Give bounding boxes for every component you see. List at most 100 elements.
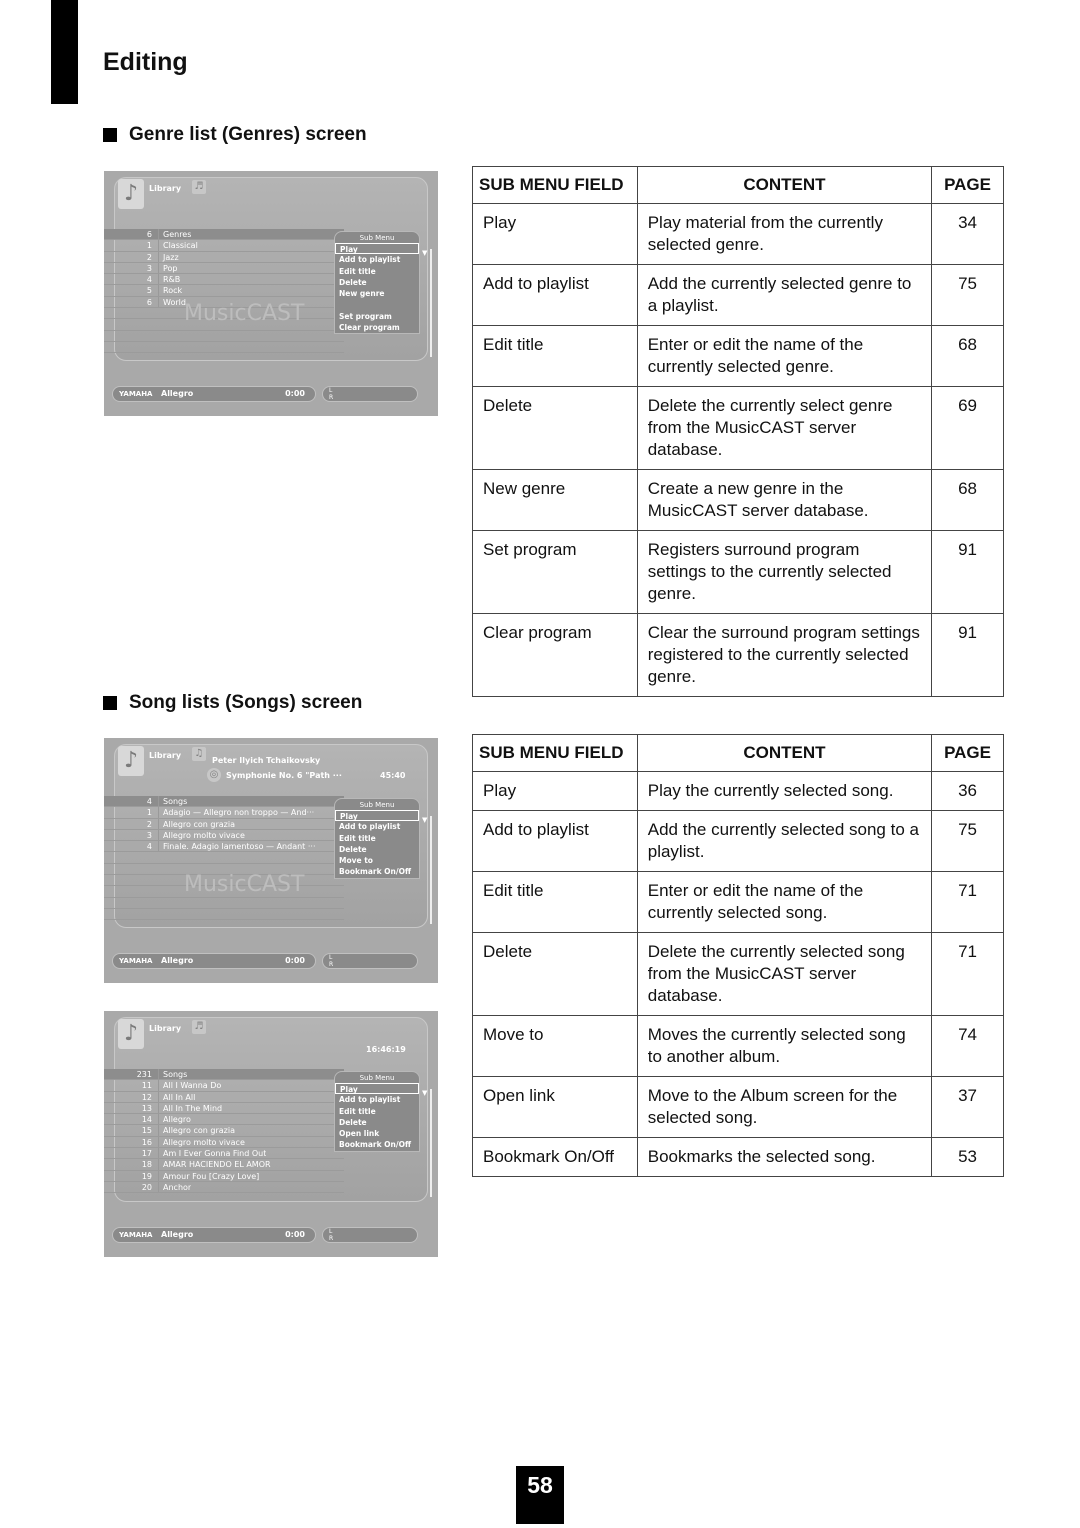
submenu-item[interactable]: Play: [335, 1083, 419, 1095]
list-item[interactable]: 19 Amour Fou [Crazy Love]: [104, 1170, 344, 1182]
scrollbar[interactable]: [430, 1089, 432, 1197]
submenu-panel: Sub Menu Play Add to playlist Edit title De…: [334, 798, 420, 879]
table-row: Add to playlist Add the currently selecte…: [472, 264, 1004, 326]
submenu-item[interactable]: Play: [335, 243, 419, 255]
submenu-title: Sub Menu: [359, 234, 395, 242]
item-number: 15: [104, 1125, 159, 1136]
submenu-item[interactable]: Edit title: [335, 1106, 419, 1117]
list-item[interactable]: 3 Pop: [104, 262, 344, 275]
scrollbar[interactable]: [430, 249, 432, 357]
cell-content: Clear the surround program settings regi…: [636, 613, 933, 697]
cell-content: Registers surround program settings to t…: [636, 530, 933, 614]
cell-content: Enter or edit the name of the currently …: [636, 325, 933, 387]
list-item[interactable]: 14 Allegro: [104, 1114, 344, 1126]
submenu-item[interactable]: New genre: [335, 288, 419, 299]
submenu-item[interactable]: Delete: [335, 1117, 419, 1128]
library-label: Library: [149, 184, 182, 193]
cell-page: 68: [931, 469, 1004, 531]
level-right-label: R: [329, 394, 334, 401]
item-number: 4: [104, 841, 159, 852]
list-item[interactable]: 2 Allegro con grazia: [104, 818, 344, 830]
library-label: Library: [149, 751, 182, 760]
item-number: 6: [104, 296, 159, 308]
cell-page: 71: [931, 932, 1004, 1016]
cell-field: Add to playlist: [472, 810, 638, 872]
submenu-item[interactable]: Open link: [335, 1128, 419, 1139]
cell-page: 69: [931, 386, 1004, 470]
item-name: Amour Fou [Crazy Love]: [163, 1171, 260, 1181]
cell-content: Enter or edit the name of the currently …: [636, 871, 933, 933]
table-row: Add to playlist Add the currently selecte…: [472, 810, 1004, 872]
submenu-item[interactable]: Edit title: [335, 833, 419, 844]
empty-row: [104, 342, 344, 354]
submenu-item[interactable]: Set program: [335, 311, 419, 322]
submenu-item[interactable]: Bookmark On/Off: [335, 866, 419, 877]
submenu-item[interactable]: Clear program: [335, 322, 419, 333]
table-row: Edit title Enter or edit the name of the …: [472, 871, 1004, 933]
item-name: All In The Mind: [163, 1103, 223, 1113]
submenu-item[interactable]: Add to playlist: [335, 254, 419, 265]
table-row: Move to Moves the currently selected song…: [472, 1015, 1004, 1077]
list-item[interactable]: 18 AMAR HACIENDO EL AMOR: [104, 1159, 344, 1171]
list-item[interactable]: 4 R&B: [104, 274, 344, 286]
submenu-item[interactable]: Bookmark On/Off: [335, 1139, 419, 1150]
item-number: 3: [104, 829, 159, 841]
list-item[interactable]: 5 Rock: [104, 285, 344, 297]
col-header-page: PAGE: [931, 166, 1004, 204]
cell-content: Add the currently selected genre to a pl…: [636, 264, 933, 326]
list-item[interactable]: 12 All In All: [104, 1091, 344, 1103]
empty-row: [104, 898, 344, 909]
submenu-panel: Sub Menu Play Add to playlist Edit title De…: [334, 231, 420, 335]
cell-field: Edit title: [472, 871, 638, 933]
scrollbar[interactable]: [430, 816, 432, 924]
item-number: 13: [104, 1102, 159, 1114]
list-item[interactable]: 13 All In The Mind: [104, 1102, 344, 1115]
submenu-item[interactable]: Move to: [335, 855, 419, 866]
list-label: Songs: [163, 797, 188, 806]
list-item[interactable]: 2 Jazz: [104, 251, 344, 263]
track-time: 0:00: [285, 956, 305, 965]
item-name: Adagio — Allegro non troppo — And···: [163, 808, 315, 818]
item-name: Anchor: [163, 1182, 192, 1192]
item-name: Pop: [163, 263, 178, 273]
scroll-down-arrow-icon[interactable]: ▼: [422, 249, 427, 257]
scroll-down-arrow-icon[interactable]: ▼: [422, 1089, 427, 1097]
submenu-item[interactable]: Play: [335, 810, 419, 822]
table-row: Bookmark On/Off Bookmarks the selected so…: [472, 1137, 1004, 1177]
item-number: 1: [104, 240, 159, 251]
list-item[interactable]: 1 Adagio — Allegro non troppo — And···: [104, 807, 344, 819]
list-item[interactable]: 11 All I Wanna Do: [104, 1080, 344, 1092]
chapter-tab-bar: [51, 0, 78, 104]
album-disc-icon: ◎: [207, 768, 221, 782]
submenu-item[interactable]: Delete: [335, 844, 419, 855]
list-item[interactable]: 3 Allegro molto vivace: [104, 829, 344, 842]
list-item[interactable]: 1 Classical: [104, 240, 344, 252]
col-header-field: SUB MENU FIELD: [472, 166, 638, 204]
cell-page: 37: [931, 1076, 1004, 1138]
genres-submenu-table: SUB MENU FIELD CONTENT PAGE Play Play mat…: [472, 166, 1004, 697]
cell-page: 68: [931, 325, 1004, 387]
now-playing-bar: YAMAHA Allegro 0:00: [112, 953, 316, 969]
total-duration: 16:46:19: [366, 1045, 406, 1054]
submenu-item[interactable]: Add to playlist: [335, 821, 419, 832]
artist-icon: ♫: [192, 747, 206, 761]
submenu-item[interactable]: Edit title: [335, 266, 419, 277]
list-item[interactable]: 4 Finale. Adagio lamentoso — Andant ···: [104, 841, 344, 853]
list-item[interactable]: 15 Allegro con grazia: [104, 1125, 344, 1137]
cell-page: 36: [931, 771, 1004, 811]
item-name: AMAR HACIENDO EL AMOR: [163, 1160, 271, 1170]
cell-field: Play: [472, 203, 638, 265]
submenu-title: Sub Menu: [359, 801, 395, 809]
page-number: 58: [516, 1466, 564, 1524]
submenu-title: Sub Menu: [359, 1074, 395, 1082]
songs-submenu-table: SUB MENU FIELD CONTENT PAGE Play Play the…: [472, 734, 1004, 1177]
submenu-item[interactable]: Add to playlist: [335, 1094, 419, 1105]
genres-screenshot: ♪ Library ♬ 6 Genres 1 Classical 2 Jazz 3 Pop…: [104, 171, 438, 416]
scroll-down-arrow-icon[interactable]: ▼: [422, 816, 427, 824]
submenu-item[interactable]: Delete: [335, 277, 419, 288]
empty-row: [104, 909, 344, 921]
list-item[interactable]: 20 Anchor: [104, 1181, 344, 1194]
list-item[interactable]: 17 Am I Ever Gonna Find Out: [104, 1148, 344, 1160]
item-number: 19: [104, 1170, 159, 1181]
list-item[interactable]: 16 Allegro molto vivace: [104, 1136, 344, 1149]
